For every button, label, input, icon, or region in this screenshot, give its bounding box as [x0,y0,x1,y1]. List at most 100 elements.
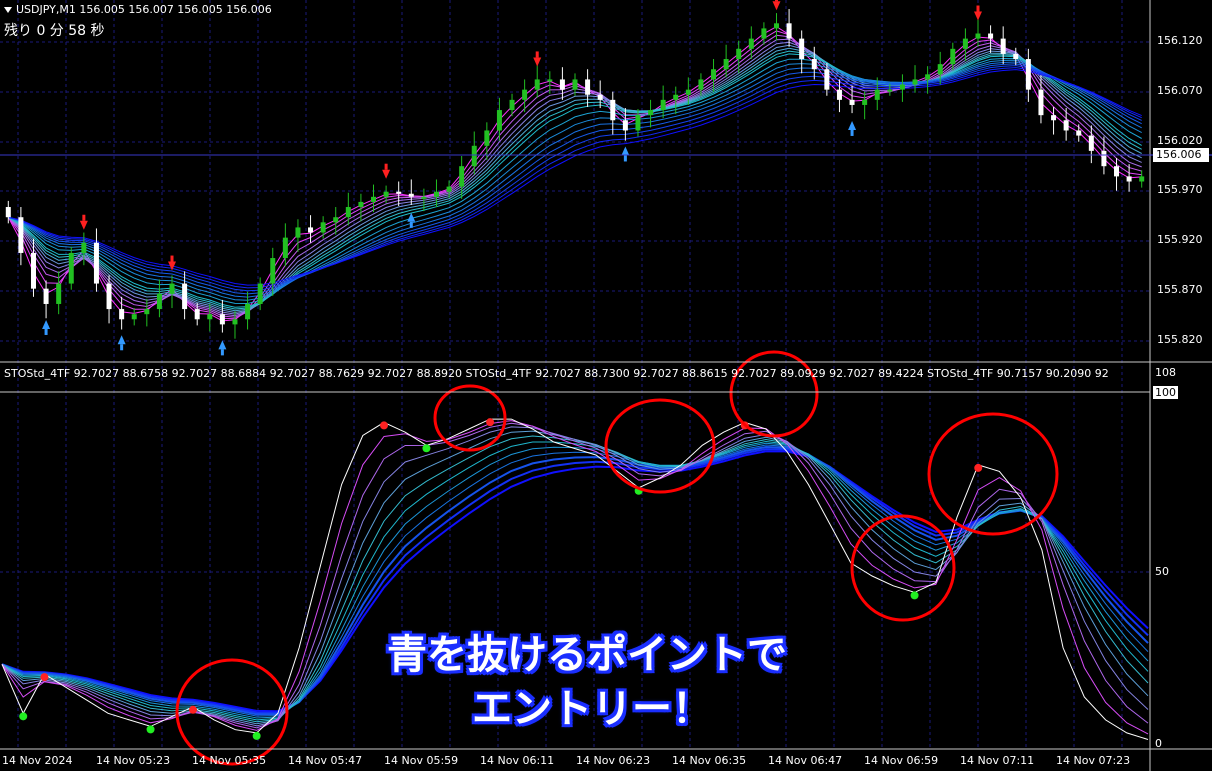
time-label: 14 Nov 06:23 [576,754,651,767]
indicator-tick: 50 [1155,565,1169,578]
buy-dot [252,731,261,740]
candle-body [1038,89,1044,116]
current-price-label: 156.006 [1153,148,1209,162]
candle-body [685,89,691,95]
time-label: 14 Nov 06:11 [480,754,555,767]
candle-body [534,79,540,90]
indicator-tick: 108 [1155,366,1176,379]
dropdown-triangle-icon[interactable] [4,7,12,13]
sell-arrow-icon [79,220,88,230]
candle-body [308,227,314,233]
candle-body [773,23,779,29]
candle-body [572,79,578,90]
candle-body [559,79,565,90]
buy-dot [910,591,919,600]
buy-dot [422,444,431,453]
ma-line [8,69,1142,286]
candle-body [1088,135,1094,151]
time-label: 14 Nov 05:47 [288,754,363,767]
annotation-line-1: 青を抜けるポイントで [387,632,787,678]
candle-body [93,242,99,284]
symbol-info: USDJPY,M1 156.005 156.007 156.005 156.00… [16,3,272,16]
candle-body [509,99,515,111]
candle-body [673,94,679,100]
highlight-circle [729,350,819,438]
candle-body [56,283,62,304]
candle-body [1000,38,1006,54]
time-label: 14 Nov 07:23 [1056,754,1131,767]
candle-body [1063,120,1069,131]
candle-body [736,48,742,60]
candle-body [433,191,439,197]
candle-body [371,196,377,202]
candle-body [282,237,288,259]
candle-body [156,293,162,310]
candle-body [144,309,150,315]
price-tick: 155.920 [1157,233,1203,246]
buy-arrow-icon [621,146,630,156]
candle-body [81,242,87,253]
candle-body [1101,150,1107,167]
candle-body [887,89,893,92]
sell-dot [40,673,49,682]
candle-body [358,201,364,208]
price-tick: 156.020 [1157,134,1203,147]
indicator-tick: 100 [1153,386,1178,399]
highlight-circle [850,514,956,622]
time-label: 14 Nov 06:59 [864,754,939,767]
candle-body [68,252,74,284]
time-label: 14 Nov 05:59 [384,754,459,767]
ma-line [8,63,1142,295]
price-tick: 155.870 [1157,283,1203,296]
candle-body [1139,176,1145,182]
candle-body [1076,130,1082,136]
time-label: 14 Nov 2024 [2,754,73,767]
symbol-header[interactable]: USDJPY,M1 156.005 156.007 156.005 156.00… [4,3,272,16]
price-tick: 156.070 [1157,84,1203,97]
sell-arrow-icon [533,57,542,67]
candle-body [207,314,213,320]
candle-body [119,309,125,320]
buy-arrow-stem [623,155,627,162]
price-tick: 156.120 [1157,34,1203,47]
candle-body [950,48,956,65]
candle-body [1114,166,1120,177]
candle-body [622,120,628,131]
buy-arrow-stem [850,129,854,136]
sell-dot [380,421,388,430]
sell-arrow-icon [382,169,391,179]
candle-body [245,303,251,320]
candle-body [610,99,616,121]
time-label: 14 Nov 05:23 [96,754,171,767]
price-tick: 155.820 [1157,333,1203,346]
candle-body [5,207,11,218]
candle-body [1025,59,1031,90]
candle-body [862,99,868,105]
candle-body [937,64,943,75]
sell-dot [189,705,197,714]
candle-body [874,89,880,100]
price-ma-ribbon [7,26,1142,322]
candle-body [849,99,855,105]
candle-body [459,166,465,187]
candle-body [547,79,553,82]
ma-line [8,61,1142,298]
buy-arrow-icon [848,120,857,130]
buy-arrow-stem [120,344,124,351]
candle-body [194,309,200,320]
candle-body [1051,115,1057,121]
indicator-tick: 0 [1155,737,1162,750]
candle-body [761,28,767,39]
candle-body [648,110,654,116]
candle-body [471,145,477,167]
candle-body [408,193,414,197]
candle-body [748,38,754,49]
candle-countdown: 残り 0 分 58 秒 [4,23,105,39]
candle-body [484,130,490,146]
price-tick: 155.970 [1157,183,1203,196]
candle-body [711,69,717,80]
time-label: 14 Nov 07:11 [960,754,1035,767]
buy-dot [146,725,155,734]
candle-body [295,227,301,238]
candle-body [396,191,402,194]
